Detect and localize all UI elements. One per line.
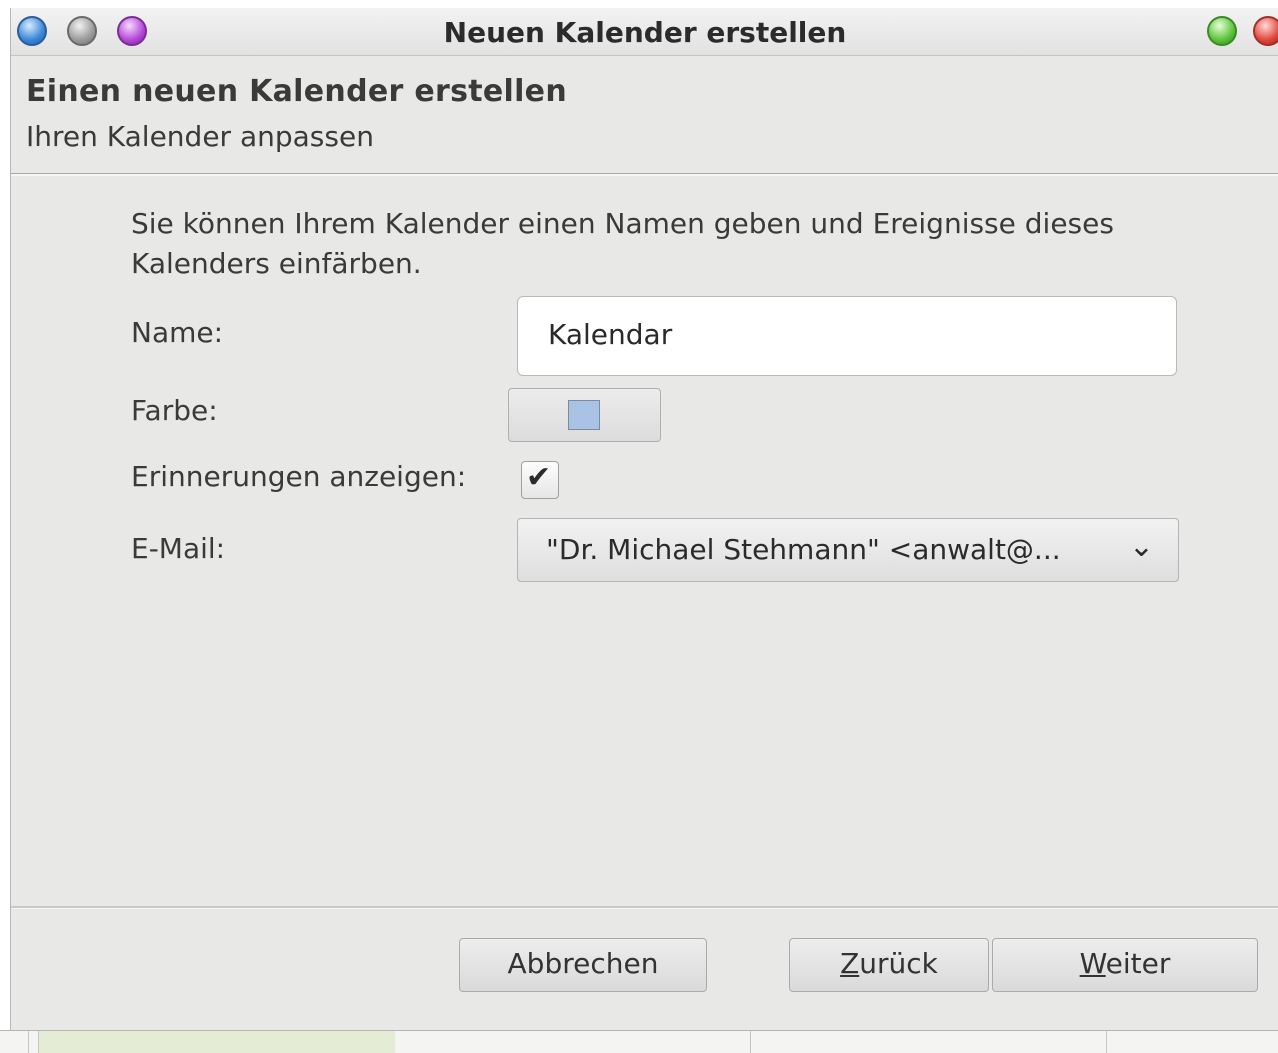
background-grid-line	[1106, 1031, 1107, 1053]
background-calendar-strip	[0, 1030, 1278, 1053]
background-grid-cell	[38, 1031, 395, 1053]
window-maximize-button[interactable]	[1207, 16, 1237, 46]
email-selected-value: "Dr. Michael Stehmann" <anwalt@...	[546, 533, 1061, 566]
footer-divider	[11, 906, 1278, 909]
color-picker-button[interactable]	[508, 388, 661, 442]
chevron-down-icon: ⌄	[1128, 529, 1154, 564]
name-label: Name:	[131, 316, 224, 349]
window-close-button[interactable]	[1253, 16, 1278, 46]
color-swatch	[568, 400, 600, 430]
background-grid-line	[28, 1031, 29, 1053]
wizard-header: Einen neuen Kalender erstellen Ihren Kal…	[11, 56, 1278, 176]
reminders-checkbox[interactable]: ✔	[521, 460, 559, 499]
next-mnemonic: W	[1079, 947, 1106, 980]
back-mnemonic: Z	[840, 947, 860, 980]
title-bar[interactable]: Neuen Kalender erstellen	[11, 8, 1278, 56]
next-button[interactable]: Weiter	[992, 938, 1258, 992]
color-label: Farbe:	[131, 394, 218, 427]
intro-text: Sie können Ihrem Kalender einen Namen ge…	[131, 207, 1114, 280]
checkmark-icon: ✔	[526, 460, 552, 495]
window-title: Neuen Kalender erstellen	[443, 16, 847, 49]
email-label: E-Mail:	[131, 532, 226, 565]
cancel-button[interactable]: Abbrechen	[459, 938, 707, 992]
email-select[interactable]: "Dr. Michael Stehmann" <anwalt@... ⌄	[517, 518, 1179, 582]
background-grid-line	[750, 1031, 751, 1053]
reminders-label: Erinnerungen anzeigen:	[131, 460, 467, 493]
wizard-subtitle: Ihren Kalender anpassen	[26, 120, 374, 153]
back-button[interactable]: Zurück	[789, 938, 989, 992]
back-label-rest: urück	[859, 947, 938, 980]
calendar-name-input[interactable]: Kalendar	[517, 296, 1177, 376]
dialog-window: Neuen Kalender erstellen Einen neuen Kal…	[10, 8, 1278, 1030]
next-label-rest: eiter	[1105, 947, 1171, 980]
wizard-title: Einen neuen Kalender erstellen	[26, 74, 567, 109]
